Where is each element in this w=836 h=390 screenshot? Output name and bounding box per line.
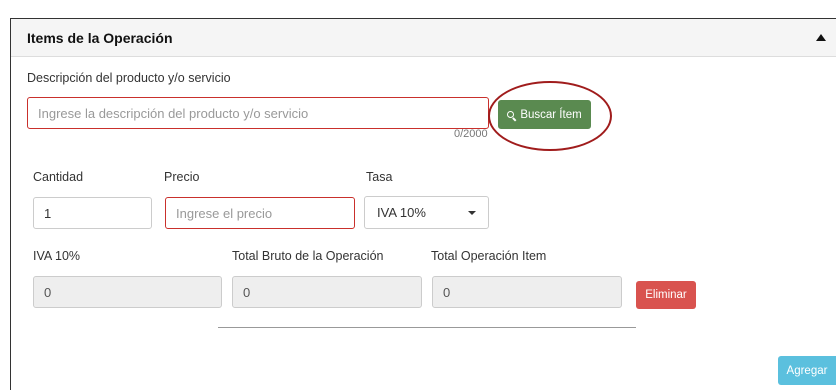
- rate-selected-value: IVA 10%: [377, 205, 426, 220]
- description-input[interactable]: [27, 97, 489, 129]
- search-item-button[interactable]: Buscar Ítem: [498, 100, 591, 129]
- iva-label: IVA 10%: [33, 249, 81, 263]
- add-button[interactable]: Agregar: [778, 356, 836, 385]
- divider: [218, 327, 636, 328]
- gross-total-label: Total Bruto de la Operación: [232, 249, 384, 263]
- rate-label: Tasa: [366, 170, 393, 184]
- description-counter: 0/2000: [454, 128, 488, 140]
- gross-total-field: [232, 276, 422, 308]
- quantity-input[interactable]: [33, 197, 152, 229]
- price-input[interactable]: [165, 197, 355, 229]
- item-total-field: [432, 276, 622, 308]
- caret-down-icon: [468, 210, 476, 215]
- delete-button-label: Eliminar: [645, 289, 687, 301]
- panel-header[interactable]: Items de la Operación: [11, 19, 836, 57]
- description-label: Descripción del producto y/o servicio: [27, 71, 231, 85]
- quantity-label: Cantidad: [33, 170, 84, 184]
- chevron-up-icon[interactable]: [816, 34, 826, 41]
- search-icon: [507, 110, 515, 119]
- panel-title: Items de la Operación: [27, 30, 173, 46]
- search-item-label: Buscar Ítem: [520, 108, 582, 121]
- add-button-label: Agregar: [786, 364, 828, 377]
- item-total-label: Total Operación Item: [431, 249, 547, 263]
- delete-button[interactable]: Eliminar: [636, 281, 696, 309]
- iva-field: [33, 276, 222, 308]
- price-label: Precio: [164, 170, 200, 184]
- rate-select[interactable]: IVA 10%: [364, 196, 489, 229]
